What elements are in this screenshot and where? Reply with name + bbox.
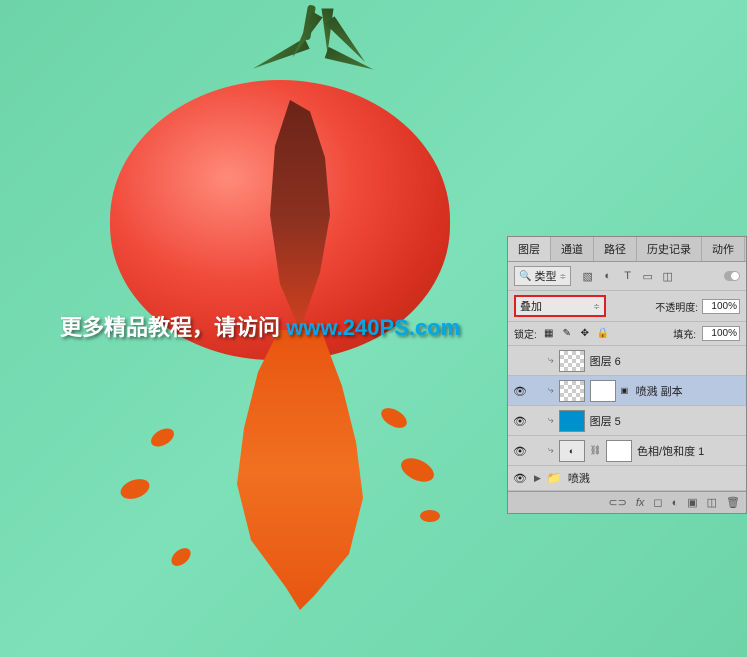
watermark-blue: www.240PS.com xyxy=(286,315,460,340)
blend-mode-select[interactable]: 叠加 ≑ xyxy=(514,295,606,317)
filter-type-icon[interactable]: T xyxy=(621,270,634,283)
filter-adjust-icon[interactable]: ◐ xyxy=(601,270,614,283)
tab-layers[interactable]: 图层 xyxy=(508,237,551,261)
layer-thumbnail[interactable] xyxy=(559,410,585,432)
adjustment-thumbnail[interactable]: ◐ xyxy=(559,440,585,462)
new-group-icon[interactable]: ▣ xyxy=(687,496,697,509)
eye-icon xyxy=(513,471,527,485)
visibility-toggle[interactable] xyxy=(512,384,528,398)
layer-row[interactable]: ⤷ 图层 5 xyxy=(508,406,746,436)
lock-transparent-icon[interactable]: ▦ xyxy=(543,328,555,340)
filter-type-select[interactable]: 类型 ≑ xyxy=(514,266,571,286)
tab-channels[interactable]: 通道 xyxy=(551,237,594,261)
disclosure-triangle-icon[interactable]: ▶ xyxy=(534,473,541,484)
layer-thumbnail[interactable] xyxy=(559,380,585,402)
visibility-toggle[interactable] xyxy=(512,471,528,485)
filter-smart-icon[interactable]: ◫ xyxy=(661,270,674,283)
layer-group-row[interactable]: ▶ 📁 喷溅 xyxy=(508,466,746,491)
add-mask-icon[interactable]: ◻ xyxy=(653,496,662,509)
clip-indicator-icon: ⤷ xyxy=(548,385,554,396)
clip-indicator-icon: ⤷ xyxy=(548,355,554,366)
tomato-stem xyxy=(250,20,370,100)
search-icon xyxy=(519,270,531,282)
link-layers-icon[interactable]: ⊂⊃ xyxy=(608,496,626,509)
layers-panel: 图层 通道 路径 历史记录 动作 类型 ≑ ▧ ◐ T ▭ ◫ 叠加 ≑ 不透明… xyxy=(507,236,747,514)
filter-pixel-icon[interactable]: ▧ xyxy=(581,270,594,283)
layer-name[interactable]: 图层 5 xyxy=(590,413,742,429)
layers-list: ⤷ 图层 6 ⤷ ▣ 喷溅 副本 ⤷ 图层 5 ⤷ ◐ ⛓ xyxy=(508,346,746,491)
blend-row: 叠加 ≑ 不透明度: 100% xyxy=(508,291,746,322)
layer-thumbnail[interactable] xyxy=(559,350,585,372)
filter-shape-icon[interactable]: ▭ xyxy=(641,270,654,283)
filter-label: 类型 xyxy=(534,268,556,284)
delete-layer-icon[interactable]: 🗑 xyxy=(726,496,740,509)
juice-splash xyxy=(130,330,450,640)
clip-indicator-icon: ⤷ xyxy=(548,445,554,456)
smart-object-icon: ▣ xyxy=(621,386,631,396)
lock-paint-icon[interactable]: ✎ xyxy=(561,328,573,340)
tab-actions[interactable]: 动作 xyxy=(702,237,745,261)
fx-icon[interactable]: fx xyxy=(636,497,645,509)
layer-mask-thumbnail[interactable] xyxy=(590,380,616,402)
folder-icon: 📁 xyxy=(547,471,562,485)
layer-name[interactable]: 图层 6 xyxy=(590,353,742,369)
blend-mode-value: 叠加 xyxy=(520,298,542,314)
lock-label: 锁定: xyxy=(514,326,537,341)
lock-position-icon[interactable]: ✥ xyxy=(579,328,591,340)
layer-name[interactable]: 喷溅 副本 xyxy=(636,383,742,399)
link-icon: ⛓ xyxy=(590,445,601,456)
layer-row[interactable]: ⤷ ▣ 喷溅 副本 xyxy=(508,376,746,406)
eye-icon xyxy=(513,384,527,398)
filter-toggle[interactable] xyxy=(724,271,740,281)
new-layer-icon[interactable]: ◫ xyxy=(707,496,717,509)
layer-name[interactable]: 色相/饱和度 1 xyxy=(637,443,742,459)
visibility-toggle[interactable] xyxy=(512,444,528,458)
group-name[interactable]: 喷溅 xyxy=(568,470,742,486)
layer-mask-thumbnail[interactable] xyxy=(606,440,632,462)
panel-footer: ⊂⊃ fx ◻ ◐ ▣ ◫ 🗑 xyxy=(508,491,746,513)
layer-row[interactable]: ⤷ ◐ ⛓ 色相/饱和度 1 xyxy=(508,436,746,466)
fill-label: 填充: xyxy=(673,326,696,341)
clip-indicator-icon: ⤷ xyxy=(548,415,554,426)
visibility-toggle[interactable] xyxy=(512,414,528,428)
panel-tabs: 图层 通道 路径 历史记录 动作 xyxy=(508,237,746,262)
opacity-label: 不透明度: xyxy=(655,299,698,314)
lock-all-icon[interactable]: 🔒 xyxy=(597,328,609,340)
eye-icon xyxy=(513,444,527,458)
filter-icons: ▧ ◐ T ▭ ◫ xyxy=(581,270,674,283)
tomato-artwork xyxy=(110,20,450,340)
lock-row: 锁定: ▦ ✎ ✥ 🔒 填充: 100% xyxy=(508,322,746,346)
chevron-updown-icon: ≑ xyxy=(559,272,566,281)
watermark-white: 更多精品教程，请访问 xyxy=(60,315,286,340)
tab-history[interactable]: 历史记录 xyxy=(637,237,702,261)
tab-paths[interactable]: 路径 xyxy=(594,237,637,261)
opacity-input[interactable]: 100% xyxy=(702,299,740,314)
filter-row: 类型 ≑ ▧ ◐ T ▭ ◫ xyxy=(508,262,746,291)
eye-icon xyxy=(513,414,527,428)
watermark-text: 更多精品教程，请访问 www.240PS.com xyxy=(60,310,460,342)
layer-row[interactable]: ⤷ 图层 6 xyxy=(508,346,746,376)
fill-input[interactable]: 100% xyxy=(702,326,740,341)
chevron-updown-icon: ≑ xyxy=(593,302,600,311)
add-adjustment-icon[interactable]: ◐ xyxy=(672,497,679,509)
